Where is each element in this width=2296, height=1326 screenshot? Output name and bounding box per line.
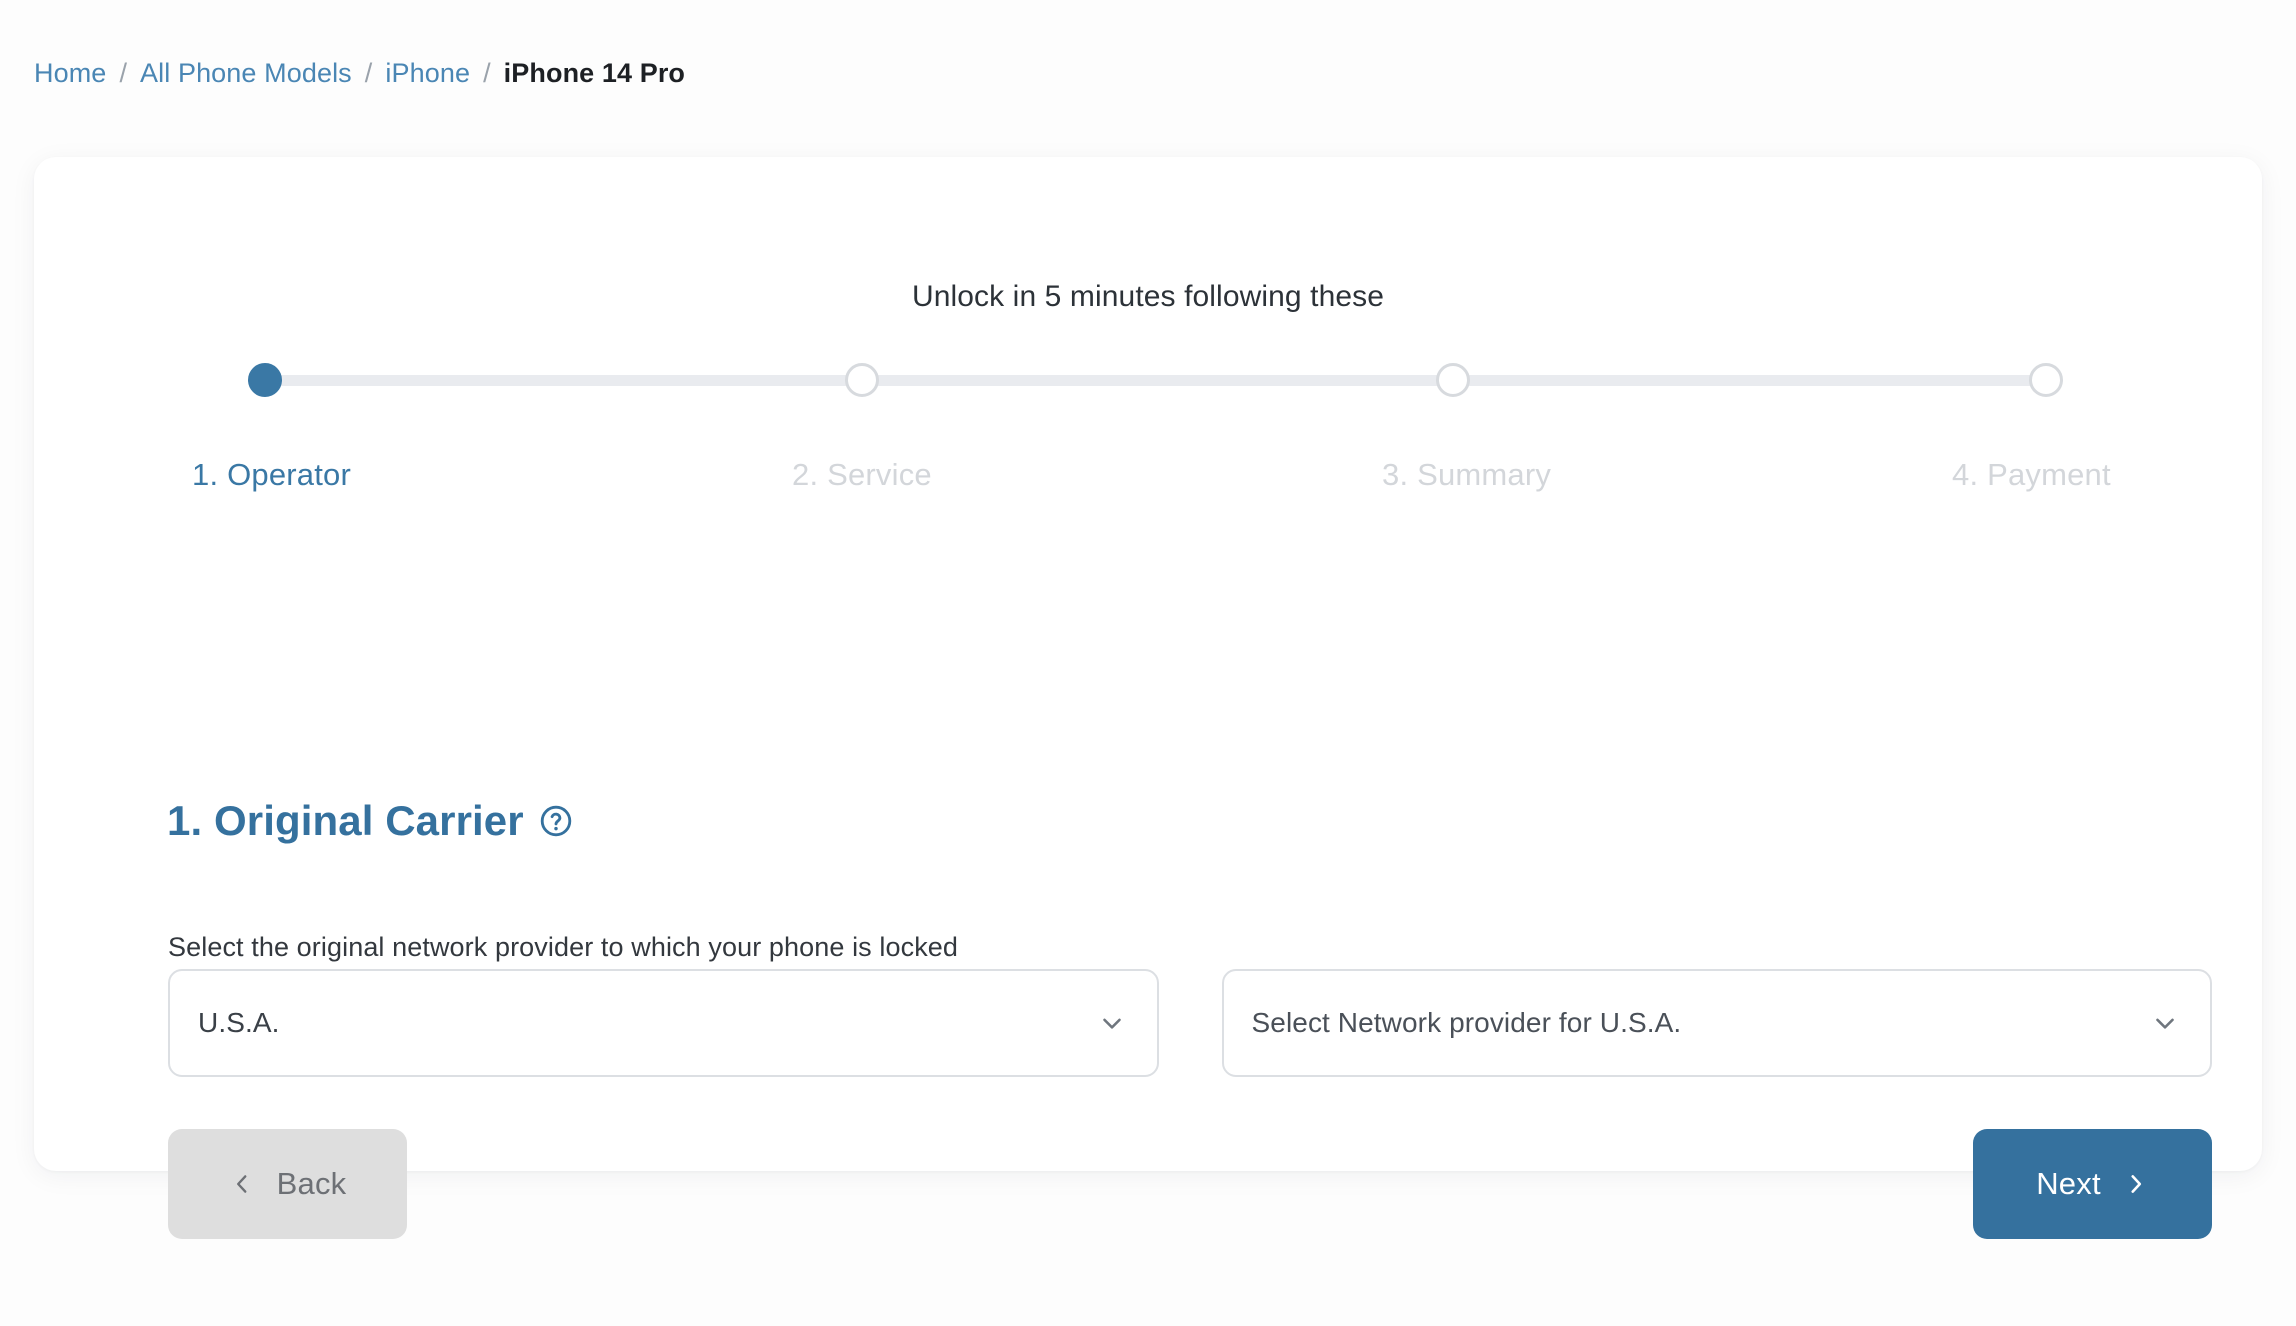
wizard-actions: Back Next <box>168 1129 2212 1239</box>
back-button-label: Back <box>276 1166 347 1201</box>
section-description: Select the original network provider to … <box>168 932 959 962</box>
step-label-3-summary[interactable]: 3. Summary <box>1382 457 1551 493</box>
wizard-card: Unlock in 5 minutes following these 1. O… <box>34 157 2262 1239</box>
network-provider-select-placeholder: Select Network provider for U.S.A. <box>1251 1007 1682 1038</box>
breadcrumb-item-current: iPhone 14 Pro <box>503 58 686 88</box>
step-dot-2-service[interactable] <box>845 363 879 397</box>
stepper-track <box>248 375 2058 386</box>
wizard-stepper <box>248 363 2063 397</box>
country-select[interactable]: U.S.A. <box>168 969 1159 1077</box>
step-label-1-operator[interactable]: 1. Operator <box>192 457 351 493</box>
country-select-value: U.S.A. <box>198 1007 280 1038</box>
wizard-title: Unlock in 5 minutes following these <box>911 280 1385 313</box>
back-button[interactable]: Back <box>168 1129 407 1239</box>
step-label-2-service[interactable]: 2. Service <box>792 457 932 493</box>
page-root: Home / All Phone Models / iPhone / iPhon… <box>0 0 2296 1326</box>
next-button-label: Next <box>2036 1166 2101 1201</box>
step-dot-1-operator[interactable] <box>248 363 282 397</box>
step-dot-4-payment[interactable] <box>2029 363 2063 397</box>
breadcrumb-item-all-phone-models[interactable]: All Phone Models <box>140 58 352 89</box>
breadcrumb-separator: / <box>119 58 128 88</box>
step-dot-3-summary[interactable] <box>1436 363 1470 397</box>
breadcrumb-separator: / <box>364 58 373 88</box>
network-provider-select[interactable]: Select Network provider for U.S.A. <box>1221 969 2212 1077</box>
section-title: 1. Original Carrier <box>167 796 524 844</box>
chevron-right-icon <box>2123 1171 2149 1197</box>
breadcrumb-item-home[interactable]: Home <box>34 58 106 89</box>
chevron-left-icon <box>229 1171 255 1197</box>
question-circle-icon[interactable] <box>538 803 574 839</box>
chevron-down-icon <box>2150 1008 2180 1038</box>
section-header: 1. Original Carrier <box>167 765 574 877</box>
next-button[interactable]: Next <box>1973 1129 2212 1239</box>
chevron-down-icon <box>1097 1008 1127 1038</box>
stepper-labels: 1. Operator 2. Service 3. Summary 4. Pay… <box>192 457 2112 501</box>
carrier-select-row: U.S.A. Select Network provider for U.S.A… <box>168 969 2212 1077</box>
breadcrumb-separator: / <box>483 58 491 88</box>
step-label-4-payment[interactable]: 4. Payment <box>1952 457 2111 493</box>
breadcrumb-item-iphone[interactable]: iPhone <box>385 58 470 89</box>
breadcrumb: Home / All Phone Models / iPhone / iPhon… <box>34 58 685 89</box>
